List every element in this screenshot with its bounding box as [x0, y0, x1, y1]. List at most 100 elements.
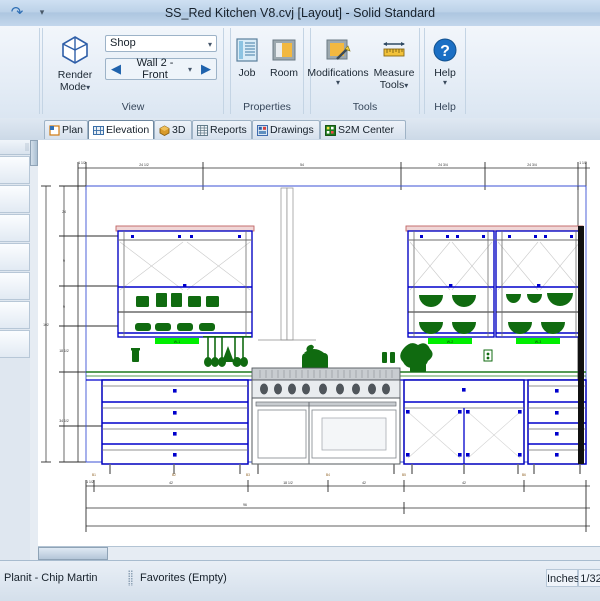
s2m-center-icon — [325, 124, 336, 136]
svg-text:B5: B5 — [402, 473, 406, 477]
ribbon-group-help: ? Help ▾ Help — [424, 28, 466, 114]
elevation-drawing-canvas[interactable]: 1 1/2 24 1/2 54 24 3/4 24 3/4 1 1/2 24 9… — [38, 140, 600, 560]
hanging-utensils[interactable] — [203, 336, 251, 367]
counter-canister-right[interactable] — [382, 352, 395, 363]
status-bar: Planit - Chip Martin Favorites (Empty) I… — [0, 560, 600, 601]
left-panel-button-5[interactable] — [0, 272, 30, 300]
render-mode-button[interactable]: Render Mode▾ — [47, 33, 103, 93]
ruler-icon — [367, 37, 421, 66]
render-mode-label-1: Render — [57, 69, 93, 81]
render-mode-caret-icon[interactable]: ▾ — [86, 83, 90, 92]
svg-text:1 1/2: 1 1/2 — [86, 480, 94, 484]
ribbon-group-view-label: View — [121, 101, 145, 113]
tab-3d[interactable]: 3D — [154, 120, 192, 139]
left-panel-scroll-thumb[interactable] — [30, 140, 38, 166]
shop-view-combo[interactable]: Shop ▾ — [105, 35, 217, 52]
counter-canister-left[interactable] — [131, 348, 140, 362]
status-grip[interactable] — [128, 570, 133, 586]
svg-text:24 3/4: 24 3/4 — [527, 163, 537, 167]
left-panel-header — [0, 140, 32, 155]
svg-text:9: 9 — [63, 305, 65, 309]
canvas-horizontal-scrollbar[interactable] — [38, 546, 600, 560]
next-arrow-icon[interactable]: ▶ — [196, 60, 216, 78]
svg-text:54: 54 — [300, 163, 304, 167]
view-tab-strip: Plan Elevation 3D Reports Drawings S2M C… — [0, 118, 600, 141]
wall-section-right — [578, 226, 584, 464]
svg-text:34 1/2: 34 1/2 — [59, 419, 69, 423]
base-cabinet-left-drawers[interactable] — [101, 379, 249, 474]
job-list-icon — [227, 37, 267, 66]
svg-text:9: 9 — [63, 259, 65, 263]
ribbon-group-view: Render Mode▾ Shop ▾ ◀ Wall 2 - Front ▾ ▶… — [42, 28, 224, 114]
ribbon-group-help-label: Help — [434, 101, 456, 113]
bottom-dimension-labels: 1 1/2 42 18 1/2 42 42 96 — [86, 480, 466, 507]
range-knobs[interactable] — [260, 383, 390, 395]
left-panel-grip[interactable] — [25, 143, 29, 151]
ribbon-group-tools-label: Tools — [352, 101, 378, 113]
left-dimension-labels: 24 9 9 18 1/2 34 1/2 102 — [43, 210, 69, 423]
left-panel-button-4[interactable] — [0, 243, 30, 271]
base-cabinet-right-doors[interactable] — [403, 379, 525, 474]
room-properties-button[interactable]: Room — [263, 35, 305, 79]
tab-reports[interactable]: Reports — [192, 120, 252, 139]
svg-text:102: 102 — [43, 323, 49, 327]
tab-elevation[interactable]: Elevation — [88, 120, 154, 139]
cube-icon — [47, 35, 103, 68]
tab-drawings[interactable]: Drawings — [252, 120, 320, 139]
elevation-drawing: 1 1/2 24 1/2 54 24 3/4 24 3/4 1 1/2 24 9… — [41, 161, 590, 532]
wall-cabinet-right-2[interactable]: W-3 — [495, 230, 583, 344]
tab-s2m-center[interactable]: S2M Center — [320, 120, 406, 139]
canvas-horizontal-scroll-thumb[interactable] — [38, 547, 108, 560]
prev-arrow-icon[interactable]: ◀ — [106, 60, 126, 78]
status-units[interactable]: Inches — [546, 569, 579, 587]
measure-tools-caret-icon[interactable]: ▾ — [404, 81, 408, 90]
top-dimension-labels: 1 1/2 24 1/2 54 24 3/4 24 3/4 1 1/2 — [78, 161, 587, 167]
left-panel-button-7[interactable] — [0, 330, 30, 358]
elevation-view-icon — [93, 125, 104, 136]
range-hood[interactable] — [258, 187, 316, 341]
measure-tools-button[interactable]: Measure Tools▾ — [367, 35, 421, 91]
tab-3d-label: 3D — [172, 124, 186, 136]
svg-text:1 1/2: 1 1/2 — [579, 161, 587, 165]
left-panel-button-6[interactable] — [0, 301, 30, 329]
shop-view-combo-value: Shop — [110, 37, 136, 49]
range-appliance[interactable] — [251, 367, 401, 474]
wall-cabinet-left-tag: W-1 — [174, 340, 181, 344]
svg-text:42: 42 — [462, 481, 466, 485]
wall-navigator-value: Wall 2 - Front — [136, 57, 174, 81]
help-button[interactable]: ? Help ▾ — [418, 35, 472, 87]
tab-s2m-center-label: S2M Center — [338, 124, 395, 136]
ribbon-group-properties-label: Properties — [243, 101, 291, 113]
tab-elevation-label: Elevation — [106, 124, 150, 136]
base-cabinet-far-right-drawers[interactable] — [527, 379, 587, 474]
application-window: ↶ ↷ ▾ SS_Red Kitchen V8.cvj [Layout] - S… — [0, 0, 600, 601]
tab-plan[interactable]: Plan — [44, 120, 88, 139]
help-caret-icon[interactable]: ▾ — [418, 79, 472, 87]
cabinet-reference-marks: B1 B2 B3 B4 B5 B6 — [92, 473, 526, 477]
wall-navigator-caret-icon[interactable]: ▾ — [184, 65, 196, 74]
status-precision[interactable]: 1/32 — [578, 569, 600, 587]
left-panel-button-3[interactable] — [0, 214, 30, 242]
svg-text:24 1/2: 24 1/2 — [139, 163, 149, 167]
wall-cabinet-right-2-tag: W-3 — [535, 340, 542, 344]
modifications-caret-icon[interactable]: ▾ — [307, 79, 369, 87]
wall-cabinet-right-1-tag: W-2 — [447, 340, 454, 344]
ribbon-group-zoom: Window Out All Zoom — [0, 28, 40, 114]
status-favorites[interactable]: Favorites (Empty) — [140, 569, 340, 587]
chevron-down-icon[interactable]: ▾ — [208, 37, 212, 52]
wall-cabinet-left[interactable]: W-1 — [115, 225, 255, 344]
reports-grid-icon — [197, 124, 208, 136]
svg-text:B6: B6 — [522, 473, 526, 477]
drawings-icon — [257, 124, 268, 136]
modifications-button[interactable]: Modifications ▾ — [307, 35, 369, 87]
question-mark-icon: ? — [418, 37, 472, 66]
room-properties-label: Room — [269, 67, 298, 79]
wall-navigator[interactable]: ◀ Wall 2 - Front ▾ ▶ — [105, 57, 217, 81]
svg-text:24 3/4: 24 3/4 — [438, 163, 448, 167]
left-panel-button-1[interactable] — [0, 156, 30, 184]
left-panel-button-2[interactable] — [0, 185, 30, 213]
modify-wand-icon — [307, 37, 369, 66]
svg-text:B3: B3 — [246, 473, 250, 477]
job-properties-button[interactable]: Job — [227, 35, 267, 79]
counter-plant[interactable] — [400, 343, 433, 372]
